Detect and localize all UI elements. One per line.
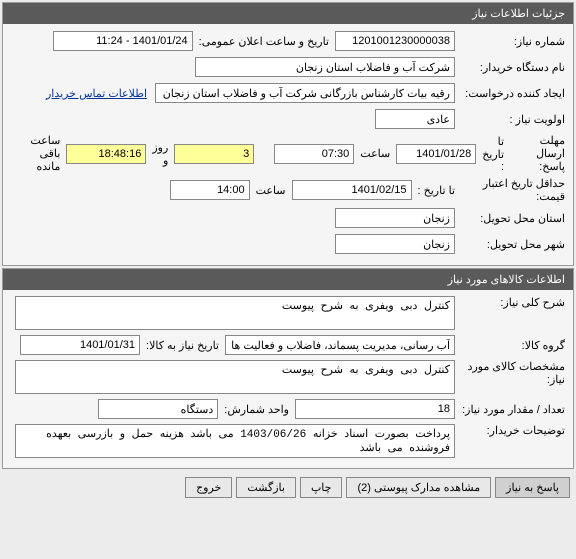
pub-dt-field[interactable] — [53, 31, 193, 51]
priority-field[interactable] — [375, 109, 455, 129]
price-time-field[interactable] — [170, 180, 250, 200]
footer-bar: پاسخ به نیاز مشاهده مدارک پیوستی (2) چاپ… — [0, 471, 576, 504]
reply-button[interactable]: پاسخ به نیاز — [495, 477, 570, 498]
creator-label: ایجاد کننده درخواست: — [455, 87, 565, 100]
pub-dt-label: تاریخ و ساعت اعلان عمومی: — [199, 35, 329, 48]
price-to-label: تا تاریخ : — [418, 184, 455, 197]
price-date-field[interactable] — [292, 180, 412, 200]
creator-field[interactable] — [155, 83, 455, 103]
desc-label: شرح کلی نیاز: — [455, 296, 565, 309]
panel1-title: جزئیات اطلاعات نیاز — [3, 3, 573, 24]
panel1-body: شماره نیاز: تاریخ و ساعت اعلان عمومی: نا… — [3, 24, 573, 265]
qty-field[interactable] — [295, 399, 455, 419]
need-date-field[interactable] — [20, 335, 140, 355]
deliver-city-field[interactable] — [335, 234, 455, 254]
deadline-to-label: تا تاریخ : — [482, 135, 504, 173]
days-label: روز و — [152, 141, 168, 167]
goods-panel: اطلاعات کالاهای مورد نیاز شرح کلی نیاز: … — [2, 268, 574, 469]
attachments-button[interactable]: مشاهده مدارک پیوستی (2) — [346, 477, 491, 498]
unit-label: واحد شمارش: — [224, 403, 289, 416]
print-button[interactable]: چاپ — [300, 477, 343, 498]
deliver-city-label: شهر محل تحویل: — [455, 238, 565, 251]
remain-label: ساعت باقی مانده — [17, 134, 60, 173]
deliver-prov-field[interactable] — [335, 208, 455, 228]
desc-field[interactable] — [15, 296, 455, 330]
days-left-field[interactable] — [174, 144, 254, 164]
deadline-time-field[interactable] — [274, 144, 354, 164]
contact-link[interactable]: اطلاعات تماس خریدار — [46, 87, 147, 100]
buyer-org-field[interactable] — [195, 57, 455, 77]
hours-left-field[interactable] — [66, 144, 146, 164]
spec-label: مشخصات کالای مورد نیاز: — [455, 360, 565, 386]
at-label-2: ساعت — [256, 184, 286, 197]
price-validity-label: حداقل تاریخ اعتبار قیمت: — [455, 177, 565, 203]
need-date-label: تاریخ نیاز به کالا: — [146, 339, 219, 352]
need-no-label: شماره نیاز: — [455, 35, 565, 48]
unit-field[interactable] — [98, 399, 218, 419]
panel2-title: اطلاعات کالاهای مورد نیاز — [3, 269, 573, 290]
buyer-note-field[interactable] — [15, 424, 455, 458]
priority-label: اولویت نیاز : — [455, 113, 565, 126]
qty-label: تعداد / مقدار مورد نیاز: — [455, 403, 565, 416]
spec-field[interactable] — [15, 360, 455, 394]
buyer-org-label: نام دستگاه خریدار: — [455, 61, 565, 74]
buyer-note-label: توضیحات خریدار: — [455, 424, 565, 437]
deliver-prov-label: استان محل تحویل: — [455, 212, 565, 225]
need-no-field[interactable] — [335, 31, 455, 51]
need-details-panel: جزئیات اطلاعات نیاز شماره نیاز: تاریخ و … — [2, 2, 574, 266]
back-button[interactable]: بازگشت — [236, 477, 296, 498]
panel2-body: شرح کلی نیاز: گروه کالا: تاریخ نیاز به ک… — [3, 290, 573, 468]
deadline-label: مهلت ارسال پاسخ: — [504, 134, 565, 173]
exit-button[interactable]: خروج — [185, 477, 232, 498]
group-field[interactable] — [225, 335, 455, 355]
group-label: گروه کالا: — [455, 339, 565, 352]
deadline-date-field[interactable] — [396, 144, 476, 164]
at-label-1: ساعت — [360, 147, 390, 160]
